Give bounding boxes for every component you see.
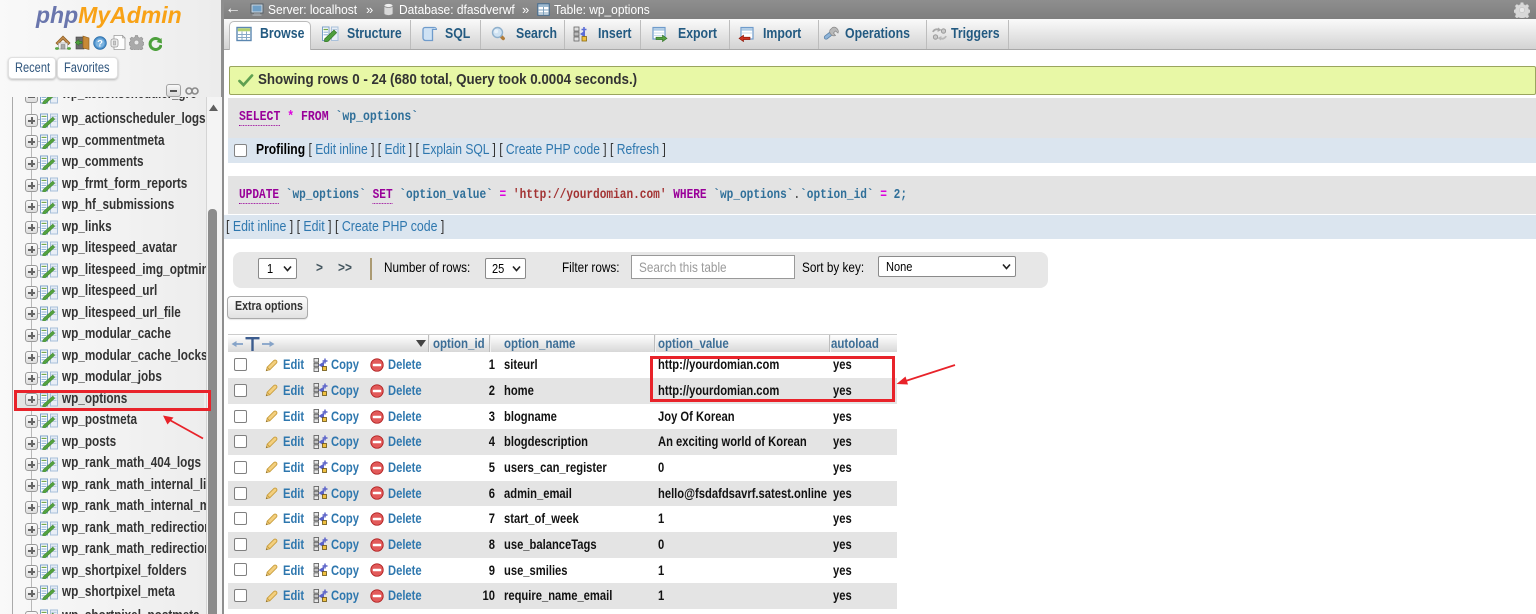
svg-text:?: ? — [97, 38, 103, 49]
